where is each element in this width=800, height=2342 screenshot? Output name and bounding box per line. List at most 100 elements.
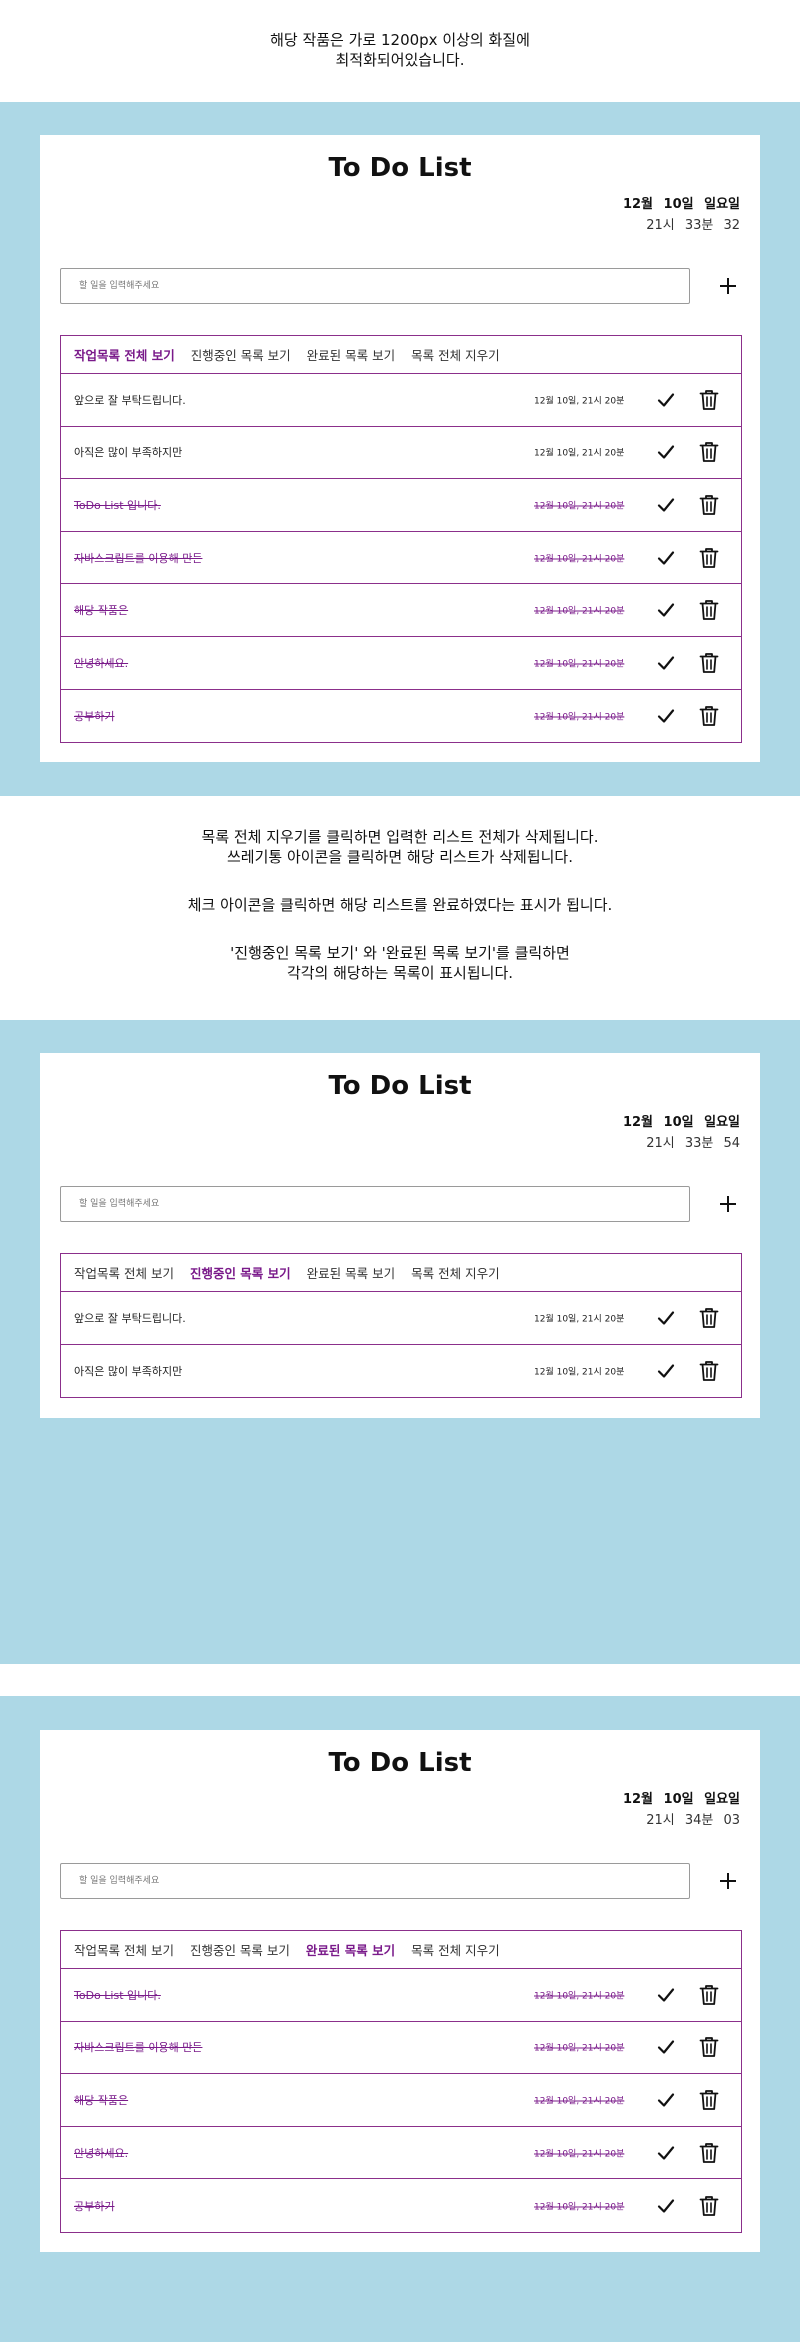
check-icon[interactable]	[656, 2143, 676, 2163]
instruction-line-4: '진행중인 목록 보기' 와 '완료된 목록 보기'를 클릭하면	[230, 944, 570, 962]
todo-item-text: ToDo List 입니다.	[74, 1988, 161, 2002]
add-button[interactable]	[710, 268, 746, 304]
screen-panel-2: To Do List 12월 10일 일요일 21시 33분 54 작업목록 전…	[0, 1020, 800, 1664]
plus-icon	[720, 1873, 736, 1889]
time-display: 21시 34분 03	[646, 1813, 740, 1828]
time-display: 21시 33분 54	[646, 1136, 740, 1151]
check-icon[interactable]	[656, 706, 676, 726]
todo-card: To Do List 12월 10일 일요일 21시 33분 54 작업목록 전…	[40, 1053, 760, 1418]
todo-item: 안녕하세요. 12월 10일, 21시 20분	[61, 637, 741, 690]
tab-all[interactable]: 작업목록 전체 보기	[74, 345, 175, 364]
instruction-line-1: 목록 전체 지우기를 클릭하면 입력한 리스트 전체가 삭제됩니다.	[201, 828, 599, 846]
check-icon[interactable]	[656, 1985, 676, 2005]
todo-input[interactable]	[60, 1863, 690, 1899]
date-display: 12월 10일 일요일	[622, 197, 740, 212]
instruction-line-3: 체크 아이콘을 클릭하면 해당 리스트를 완료하였다는 표시가 됩니다.	[187, 896, 613, 914]
check-icon[interactable]	[656, 442, 676, 462]
todo-item-time: 12월 10일, 21시 20분	[534, 554, 625, 565]
todo-item-time: 12월 10일, 21시 20분	[534, 396, 625, 407]
todo-list: 작업목록 전체 보기 진행중인 목록 보기 완료된 목록 보기 목록 전체 지우…	[60, 335, 742, 744]
trash-icon[interactable]	[699, 599, 719, 621]
todo-item: 해당 작품은 12월 10일, 21시 20분	[61, 584, 741, 637]
tab-in-progress[interactable]: 진행중인 목록 보기	[190, 1940, 290, 1959]
intro-line-2: 최적화되어있습니다.	[335, 51, 465, 69]
trash-icon[interactable]	[699, 2089, 719, 2111]
check-icon[interactable]	[656, 653, 676, 673]
todo-item-text: 자바스크립트를 이용해 만든	[74, 2041, 203, 2055]
todo-item-time: 12월 10일, 21시 20분	[534, 2149, 625, 2160]
todo-item: 자바스크립트를 이용해 만든 12월 10일, 21시 20분	[61, 2022, 741, 2075]
trash-icon[interactable]	[699, 2036, 719, 2058]
trash-icon[interactable]	[699, 389, 719, 411]
add-button[interactable]	[710, 1186, 746, 1222]
tab-completed[interactable]: 완료된 목록 보기	[307, 1263, 395, 1282]
todo-item-text: 안녕하세요.	[74, 2146, 129, 2160]
todo-item-text: 앞으로 잘 부탁드립니다.	[74, 393, 186, 407]
check-icon[interactable]	[656, 548, 676, 568]
todo-item-time: 12월 10일, 21시 20분	[534, 2043, 625, 2054]
todo-rows: 앞으로 잘 부탁드립니다. 12월 10일, 21시 20분 아직은 많이 부족…	[61, 374, 741, 742]
tab-completed[interactable]: 완료된 목록 보기	[307, 345, 395, 364]
filter-tabs: 작업목록 전체 보기 진행중인 목록 보기 완료된 목록 보기 목록 전체 지우…	[61, 1931, 741, 1969]
date-display: 12월 10일 일요일	[622, 1792, 740, 1807]
page-title: To Do List	[328, 153, 472, 183]
screen-panel-1: To Do List 12월 10일 일요일 21시 33분 32 작업목록 전…	[0, 102, 800, 796]
todo-item: 자바스크립트를 이용해 만든 12월 10일, 21시 20분	[61, 532, 741, 585]
todo-item-time: 12월 10일, 21시 20분	[534, 1314, 625, 1325]
todo-item-text: 아직은 많이 부족하지만	[74, 446, 183, 460]
tab-all[interactable]: 작업목록 전체 보기	[74, 1263, 174, 1282]
clear-all-button[interactable]: 목록 전체 지우기	[411, 1263, 499, 1282]
filter-tabs: 작업목록 전체 보기 진행중인 목록 보기 완료된 목록 보기 목록 전체 지우…	[61, 1254, 741, 1292]
todo-item-text: 공부하기	[74, 709, 115, 723]
check-icon[interactable]	[656, 1361, 676, 1381]
todo-item-text: 해당 작품은	[74, 604, 129, 618]
tab-in-progress[interactable]: 진행중인 목록 보기	[191, 345, 291, 364]
todo-item-text: 앞으로 잘 부탁드립니다.	[74, 1311, 186, 1325]
tab-all[interactable]: 작업목록 전체 보기	[74, 1940, 174, 1959]
time-display: 21시 33분 32	[646, 218, 740, 233]
todo-card: To Do List 12월 10일 일요일 21시 34분 03 작업목록 전…	[40, 1730, 760, 2252]
tab-completed[interactable]: 완료된 목록 보기	[306, 1940, 395, 1959]
todo-item-text: 공부하기	[74, 2199, 115, 2213]
trash-icon[interactable]	[699, 2142, 719, 2164]
todo-item-time: 12월 10일, 21시 20분	[534, 1991, 625, 2002]
trash-icon[interactable]	[699, 494, 719, 516]
check-icon[interactable]	[656, 600, 676, 620]
instruction-line-5: 각각의 해당하는 목록이 표시됩니다.	[286, 964, 514, 982]
check-icon[interactable]	[656, 390, 676, 410]
plus-icon	[720, 278, 736, 294]
todo-item-text: 자바스크립트를 이용해 만든	[74, 551, 203, 565]
check-icon[interactable]	[656, 2037, 676, 2057]
trash-icon[interactable]	[699, 2195, 719, 2217]
todo-list: 작업목록 전체 보기 진행중인 목록 보기 완료된 목록 보기 목록 전체 지우…	[60, 1253, 742, 1399]
clear-all-button[interactable]: 목록 전체 지우기	[411, 1940, 499, 1959]
check-icon[interactable]	[656, 1308, 676, 1328]
todo-list: 작업목록 전체 보기 진행중인 목록 보기 완료된 목록 보기 목록 전체 지우…	[60, 1930, 742, 2233]
todo-item-time: 12월 10일, 21시 20분	[534, 659, 625, 670]
instructions-note: 목록 전체 지우기를 클릭하면 입력한 리스트 전체가 삭제됩니다. 쓰레기통 …	[0, 827, 800, 983]
todo-input[interactable]	[60, 268, 690, 304]
trash-icon[interactable]	[699, 547, 719, 569]
todo-rows: ToDo List 입니다. 12월 10일, 21시 20분 자바스크립트를 …	[61, 1969, 741, 2232]
screen-panel-3: To Do List 12월 10일 일요일 21시 34분 03 작업목록 전…	[0, 1696, 800, 2342]
todo-item-time: 12월 10일, 21시 20분	[534, 448, 625, 459]
trash-icon[interactable]	[699, 441, 719, 463]
todo-card: To Do List 12월 10일 일요일 21시 33분 32 작업목록 전…	[40, 135, 760, 762]
todo-item-time: 12월 10일, 21시 20분	[534, 2202, 625, 2213]
add-button[interactable]	[710, 1863, 746, 1899]
intro-note: 해당 작품은 가로 1200px 이상의 화질에 최적화되어있습니다.	[0, 30, 800, 70]
todo-input[interactable]	[60, 1186, 690, 1222]
trash-icon[interactable]	[699, 1984, 719, 2006]
todo-rows: 앞으로 잘 부탁드립니다. 12월 10일, 21시 20분 아직은 많이 부족…	[61, 1292, 741, 1397]
check-icon[interactable]	[656, 2090, 676, 2110]
trash-icon[interactable]	[699, 1307, 719, 1329]
trash-icon[interactable]	[699, 652, 719, 674]
check-icon[interactable]	[656, 495, 676, 515]
check-icon[interactable]	[656, 2196, 676, 2216]
clear-all-button[interactable]: 목록 전체 지우기	[411, 345, 499, 364]
todo-item: ToDo List 입니다. 12월 10일, 21시 20분	[61, 1969, 741, 2022]
trash-icon[interactable]	[699, 1360, 719, 1382]
tab-in-progress[interactable]: 진행중인 목록 보기	[190, 1263, 291, 1282]
trash-icon[interactable]	[699, 705, 719, 727]
todo-item-time: 12월 10일, 21시 20분	[534, 501, 625, 512]
